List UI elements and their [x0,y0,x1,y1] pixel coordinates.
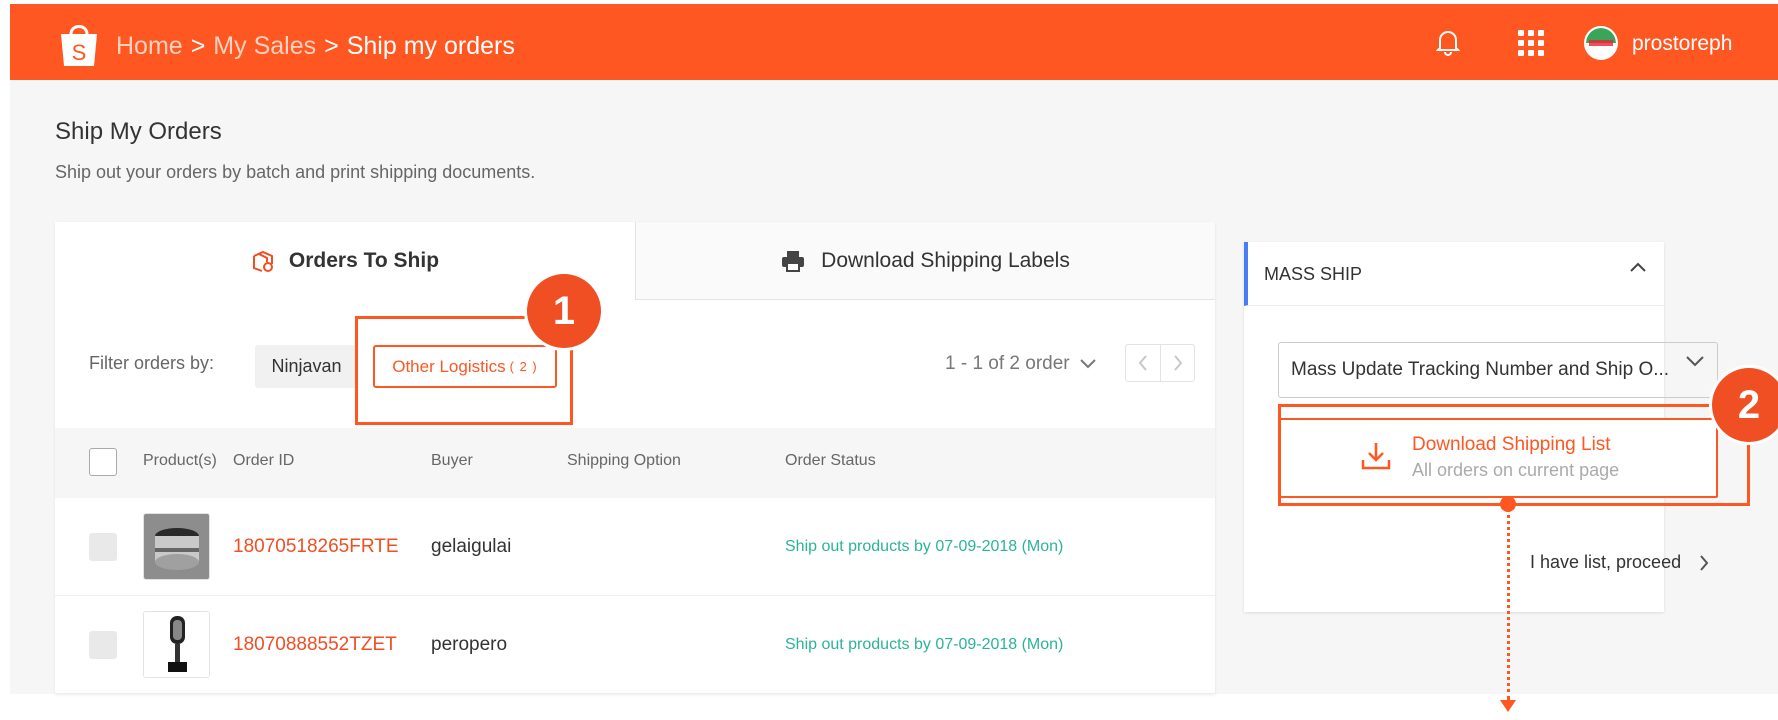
product-thumbnail[interactable] [143,513,210,580]
chevron-right-icon [1173,355,1182,371]
order-id-link[interactable]: 18070518265FRTE [233,536,399,558]
orders-panel: Orders To Ship Download Shipping Labels … [55,222,1215,694]
column-header-products: Product(s) [143,452,217,469]
table-header: Product(s) Order ID Buyer Shipping Optio… [55,428,1215,498]
pagination-buttons [1125,344,1195,382]
prev-page-button[interactable] [1126,345,1160,381]
chevron-down-icon [1686,356,1704,367]
table-row[interactable]: 18070518265FRTE gelaigulai Ship out prod… [55,498,1215,596]
select-all-checkbox[interactable] [89,448,117,476]
callout-2-highlight [1278,404,1750,506]
row-checkbox[interactable] [89,533,117,561]
filter-chip-ninjavan[interactable]: Ninjavan [255,345,358,388]
table-row[interactable]: 18070888552TZET peropero Ship out produc… [55,596,1215,694]
microphone-product-image [144,612,209,677]
apps-grid-icon[interactable] [1518,30,1544,56]
proceed-label: I have list, proceed [1530,552,1682,572]
order-id-link[interactable]: 18070888552TZET [233,634,397,656]
breadcrumb-my-sales-link[interactable]: My Sales [213,32,316,61]
mass-ship-header[interactable]: MASS SHIP [1244,242,1664,306]
bell-icon[interactable] [1436,28,1460,56]
breadcrumb-separator: > [190,32,206,60]
order-status: Ship out products by 07-09-2018 (Mon) [785,538,1064,555]
avatar[interactable] [1584,26,1618,60]
svg-text:S: S [72,40,87,65]
column-header-order-id: Order ID [233,452,295,469]
row-checkbox[interactable] [89,631,117,659]
breadcrumb-home-link[interactable]: Home [116,32,183,61]
mass-action-select[interactable]: Mass Update Tracking Number and Ship O..… [1278,342,1718,398]
printer-icon [782,250,805,272]
page-subtitle: Ship out your orders by batch and print … [55,162,536,182]
store-logo-icon [1586,28,1616,58]
buyer-name: gelaigulai [431,536,512,557]
pagination-summary[interactable]: 1 - 1 of 2 order [945,353,1096,375]
tab-download-shipping-labels[interactable]: Download Shipping Labels [635,222,1215,300]
column-header-shipping-option: Shipping Option [567,452,681,469]
breadcrumb-separator: > [324,32,339,60]
buyer-name: peropero [431,634,508,655]
tab-label: Orders To Ship [288,249,440,272]
mass-action-select-value: Mass Update Tracking Number and Ship O..… [1278,342,1718,398]
chevron-up-icon[interactable] [1630,262,1646,272]
username[interactable]: prostoreph [1632,32,1732,56]
breadcrumb-current: Ship my orders [346,32,515,60]
screenshot-stage: S Home > My Sales > Ship my orders prost… [0,0,1778,720]
callout-1-badge: 1 [527,274,601,348]
chevron-down-icon [1079,359,1096,369]
chevron-left-icon [1138,355,1147,371]
top-nav-bar: S Home > My Sales > Ship my orders prost… [10,4,1778,80]
page-title: Ship My Orders [55,118,222,145]
shopee-logo-icon[interactable]: S [58,20,100,68]
callout-2-badge: 2 [1712,368,1778,442]
column-header-order-status: Order Status [785,452,876,469]
mass-ship-title: MASS SHIP [1264,264,1363,284]
product-thumbnail[interactable] [143,611,210,678]
seller-centre-app: S Home > My Sales > Ship my orders prost… [10,4,1778,694]
speaker-product-image [144,514,209,579]
breadcrumb: Home > My Sales > Ship my orders [116,32,515,61]
annotation-arrow-head [1500,700,1516,712]
proceed-link[interactable]: I have list, proceed [1530,552,1709,573]
chevron-right-icon [1700,554,1709,571]
package-icon [252,250,273,272]
next-page-button[interactable] [1160,345,1194,381]
tab-label: Download Shipping Labels [821,248,1070,272]
order-status: Ship out products by 07-09-2018 (Mon) [785,636,1064,653]
pagination-text: 1 - 1 of 2 order [945,353,1070,374]
annotation-dotted-line [1507,502,1510,700]
column-header-buyer: Buyer [431,452,473,469]
filter-label: Filter orders by: [89,353,215,373]
